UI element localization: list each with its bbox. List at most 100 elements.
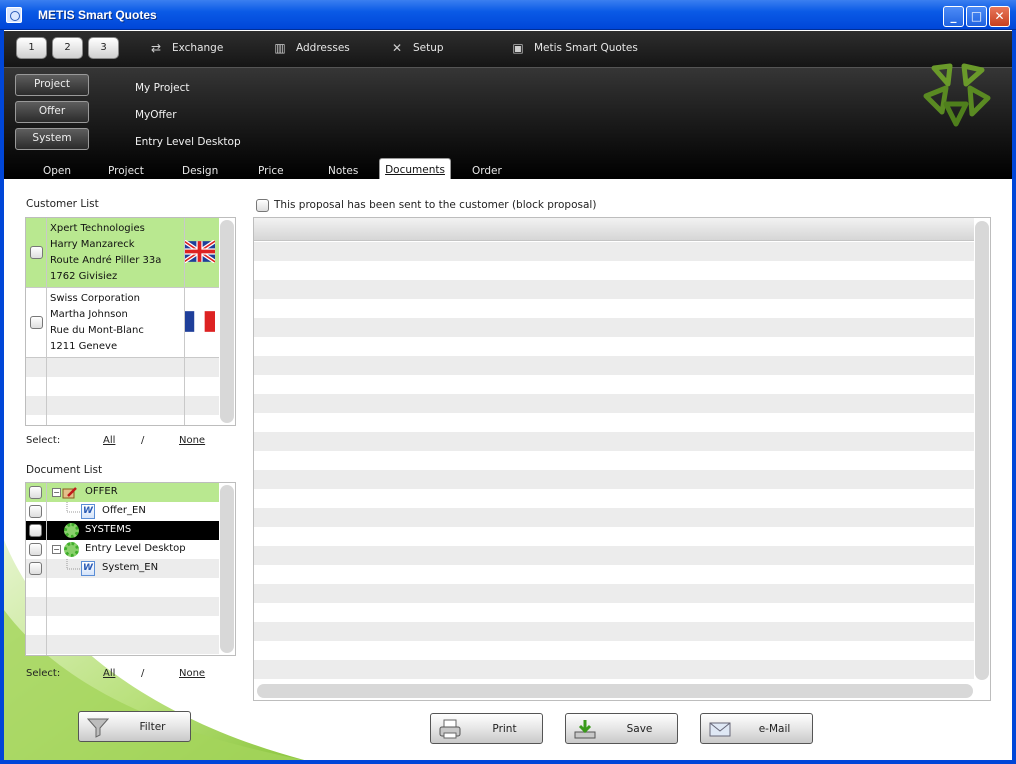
documents-grid[interactable] xyxy=(253,217,991,701)
customer-company: Swiss Corporation xyxy=(50,293,140,304)
select-label: Select: xyxy=(26,668,61,679)
customer-address: Swiss Corporation Martha Johnson Rue du … xyxy=(50,291,144,355)
select-none-link[interactable]: None xyxy=(179,435,205,446)
tab-project[interactable]: Project xyxy=(108,165,144,177)
email-button[interactable]: e-Mail xyxy=(700,713,813,744)
window-frame-right xyxy=(1012,30,1016,764)
email-envelope-icon xyxy=(709,722,731,737)
filter-funnel-icon xyxy=(86,718,110,738)
customer-contact: Harry Manzareck xyxy=(50,239,135,250)
customer-list-scrollbar[interactable] xyxy=(220,220,234,423)
print-button[interactable]: Print xyxy=(430,713,543,744)
exchange-icon: ⇄ xyxy=(150,41,162,55)
tree-checkbox[interactable] xyxy=(29,562,42,575)
menu-exchange-label: Exchange xyxy=(172,42,224,54)
uk-flag-icon xyxy=(184,240,215,263)
minimize-button[interactable]: _ xyxy=(943,6,964,27)
customer-street: Rue du Mont-Blanc xyxy=(50,325,144,336)
word-doc-icon: W xyxy=(81,504,95,519)
tree-label: OFFER xyxy=(85,486,118,497)
collapse-icon[interactable]: − xyxy=(52,488,61,497)
tab-price[interactable]: Price xyxy=(258,165,284,177)
grid-stripe xyxy=(254,242,974,261)
number-button-2[interactable]: 2 xyxy=(52,37,83,59)
grid-stripe xyxy=(254,356,974,375)
grid-stripe xyxy=(254,584,974,603)
system-button[interactable]: System xyxy=(15,128,89,150)
number-button-1[interactable]: 1 xyxy=(16,37,47,59)
tree-item-systems[interactable]: SYSTEMS xyxy=(26,521,219,540)
column-divider xyxy=(184,218,185,425)
select-all-link[interactable]: All xyxy=(103,668,115,679)
tree-item-offer-en[interactable]: W Offer_EN xyxy=(26,502,219,521)
window-frame-bottom xyxy=(0,760,1016,764)
grid-horizontal-scrollbar[interactable] xyxy=(257,684,973,698)
customer-company: Xpert Technologies xyxy=(50,223,145,234)
document-list[interactable]: − OFFER W Offer_EN SYSTEMS − Entry Level… xyxy=(25,482,236,656)
save-download-icon xyxy=(574,720,596,739)
document-select-row: Select: All / None xyxy=(26,668,236,682)
customer-city: 1762 Givisiez xyxy=(50,271,118,282)
tab-documents-label: Documents xyxy=(385,164,445,176)
app-icon[interactable] xyxy=(6,7,22,23)
filter-button[interactable]: Filter xyxy=(78,711,191,742)
customer-list-label: Customer List xyxy=(26,198,99,210)
tree-item-system-en[interactable]: W System_EN xyxy=(26,559,219,578)
menu-addresses[interactable]: ▥ Addresses xyxy=(272,41,350,55)
window-title: METIS Smart Quotes xyxy=(38,8,157,22)
menu-setup[interactable]: ✕ Setup xyxy=(389,41,444,55)
column-divider xyxy=(46,218,47,425)
collapse-icon[interactable]: − xyxy=(52,545,61,554)
close-button[interactable]: ✕ xyxy=(989,6,1010,27)
block-proposal-checkbox[interactable] xyxy=(256,199,269,212)
document-list-scrollbar[interactable] xyxy=(220,485,234,653)
save-button-label: Save xyxy=(626,723,653,735)
customer-contact: Martha Johnson xyxy=(50,309,128,320)
tree-checkbox[interactable] xyxy=(29,524,42,537)
grid-vertical-scrollbar[interactable] xyxy=(975,221,989,680)
metis-app-icon: ▣ xyxy=(512,41,524,55)
project-button[interactable]: Project xyxy=(15,74,89,96)
maximize-button[interactable]: □ xyxy=(966,6,987,27)
select-all-link[interactable]: All xyxy=(103,435,115,446)
grid-stripe xyxy=(254,622,974,641)
customer-address: Xpert Technologies Harry Manzareck Route… xyxy=(50,221,161,285)
menu-metis-smart-quotes[interactable]: ▣ Metis Smart Quotes xyxy=(510,41,638,55)
menu-exchange[interactable]: ⇄ Exchange xyxy=(148,41,223,55)
france-flag-icon xyxy=(184,311,215,332)
email-button-label: e-Mail xyxy=(758,723,791,735)
tab-documents[interactable]: Documents xyxy=(379,158,451,179)
block-proposal-label: This proposal has been sent to the custo… xyxy=(274,199,597,211)
menu-addresses-label: Addresses xyxy=(296,42,350,54)
tree-checkbox[interactable] xyxy=(29,486,42,499)
customer-row[interactable]: Swiss Corporation Martha Johnson Rue du … xyxy=(26,288,219,358)
menu-metis-label: Metis Smart Quotes xyxy=(534,42,638,54)
customer-checkbox[interactable] xyxy=(30,316,43,329)
tree-checkbox[interactable] xyxy=(29,543,42,556)
tab-design[interactable]: Design xyxy=(182,165,218,177)
customer-row[interactable]: Xpert Technologies Harry Manzareck Route… xyxy=(26,218,219,288)
offer-button[interactable]: Offer xyxy=(15,101,89,123)
save-button[interactable]: Save xyxy=(565,713,678,744)
select-label: Select: xyxy=(26,435,61,446)
filter-button-label: Filter xyxy=(139,721,166,733)
tree-item-entry-level-desktop[interactable]: − Entry Level Desktop xyxy=(26,540,219,559)
number-button-3[interactable]: 3 xyxy=(88,37,119,59)
setup-tools-icon: ✕ xyxy=(391,41,403,55)
tree-label: SYSTEMS xyxy=(85,524,132,535)
customer-list[interactable]: Xpert Technologies Harry Manzareck Route… xyxy=(25,217,236,426)
customer-select-row: Select: All / None xyxy=(26,435,236,449)
tab-open[interactable]: Open xyxy=(43,165,71,177)
tab-order[interactable]: Order xyxy=(472,165,502,177)
tree-checkbox[interactable] xyxy=(29,505,42,518)
customer-street: Route André Piller 33a xyxy=(50,255,162,266)
grid-stripe xyxy=(254,508,974,527)
tab-notes[interactable]: Notes xyxy=(328,165,358,177)
select-none-link[interactable]: None xyxy=(179,668,205,679)
customer-checkbox[interactable] xyxy=(30,246,43,259)
select-separator: / xyxy=(141,668,145,679)
title-bar[interactable]: METIS Smart Quotes _ □ ✕ xyxy=(0,0,1016,30)
tree-label: System_EN xyxy=(102,562,159,573)
column-divider xyxy=(46,483,47,655)
tree-item-offer[interactable]: − OFFER xyxy=(26,483,219,502)
